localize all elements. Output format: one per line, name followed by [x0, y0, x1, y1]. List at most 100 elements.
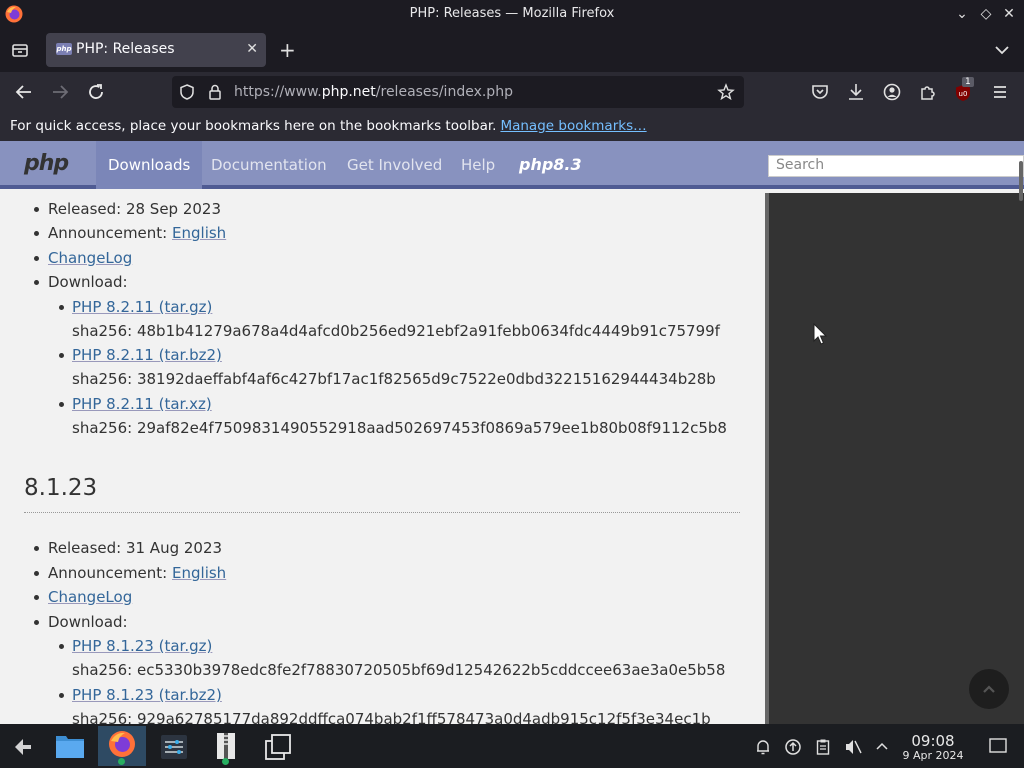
volume-muted-icon[interactable] — [844, 738, 864, 756]
php-favicon-icon: php — [56, 43, 72, 55]
taskbar-overview[interactable] — [254, 726, 302, 766]
running-indicator — [118, 758, 125, 765]
release-heading: 8.1.23 — [24, 475, 98, 501]
pocket-icon[interactable] — [808, 80, 832, 104]
folder-icon — [56, 736, 84, 758]
url-text[interactable]: https://www.php.net/releases/index.php — [234, 84, 513, 100]
download-link[interactable]: PHP 8.2.11 (tar.xz) — [72, 395, 212, 413]
section-divider — [24, 512, 740, 513]
releases-content: Released: 28 Sep 2023 Announcement: Engl… — [0, 193, 765, 724]
firefox-icon — [109, 731, 135, 757]
php-logo[interactable]: php — [24, 151, 69, 176]
mouse-cursor-icon — [813, 323, 828, 345]
back-arrow-icon[interactable] — [12, 80, 36, 104]
new-tab-button[interactable]: + — [279, 38, 296, 62]
forward-arrow-icon[interactable] — [48, 80, 72, 104]
nav-documentation[interactable]: Documentation — [211, 141, 327, 189]
hamburger-menu-icon[interactable] — [988, 80, 1012, 104]
account-icon[interactable] — [880, 80, 904, 104]
nav-help[interactable]: Help — [461, 141, 495, 189]
changelog-link[interactable]: ChangeLog — [48, 588, 132, 606]
taskbar-firefox[interactable] — [98, 726, 146, 766]
tray-expand-chevron-icon[interactable] — [874, 738, 890, 756]
tab-label: PHP: Releases — [76, 41, 175, 57]
bookmarks-toolbar: For quick access, place your bookmarks h… — [0, 112, 1024, 141]
list-item: Announcement: English — [34, 564, 226, 582]
php-version-badge[interactable]: php8.3 — [519, 155, 582, 174]
sidebar-panel — [765, 193, 1024, 724]
download-link[interactable]: PHP 8.2.11 (tar.bz2) — [72, 346, 222, 364]
launcher-icon — [15, 739, 31, 755]
announcement-english-link[interactable]: English — [172, 224, 226, 242]
taskbar-file-manager[interactable] — [46, 726, 94, 766]
download-item: PHP 8.2.11 (tar.bz2) — [59, 346, 222, 364]
lock-icon[interactable] — [206, 83, 224, 101]
clock-date: 9 Apr 2024 — [902, 749, 964, 762]
url-bar[interactable]: https://www.php.net/releases/index.php — [172, 76, 744, 108]
sha256-text: sha256: ec5330b3978edc8fe2f78830720505bf… — [72, 661, 726, 679]
back-to-top-button[interactable] — [969, 669, 1009, 709]
release-date: Released: 31 Aug 2023 — [48, 539, 223, 557]
show-desktop-icon[interactable] — [988, 737, 1008, 755]
sha256-text: sha256: 29af82e4f7509831490552918aad5026… — [72, 419, 727, 437]
svg-text:u0: u0 — [959, 90, 968, 98]
list-item: Download: — [34, 273, 128, 291]
close-tab-icon[interactable]: ✕ — [246, 41, 258, 57]
window-overview-icon — [265, 734, 291, 760]
minimize-button[interactable]: ⌄ — [952, 4, 972, 24]
downloads-icon[interactable] — [844, 80, 868, 104]
list-item: ChangeLog — [34, 588, 132, 606]
extension-badge-count: 1 — [962, 77, 974, 87]
announcement-english-link[interactable]: English — [172, 564, 226, 582]
shield-icon[interactable] — [178, 83, 196, 101]
chevron-up-icon — [983, 685, 995, 693]
firefox-view-icon[interactable] — [10, 40, 30, 60]
taskbar-clock[interactable]: 09:08 9 Apr 2024 — [896, 732, 970, 762]
window-titlebar: PHP: Releases — Mozilla Firefox ⌄ ◇ ✕ — [0, 0, 1024, 28]
archive-icon — [217, 733, 235, 759]
download-item: PHP 8.1.23 (tar.bz2) — [59, 686, 222, 704]
tab-php-releases[interactable]: php PHP: Releases ✕ — [46, 33, 266, 67]
tab-strip: php PHP: Releases ✕ + — [0, 28, 1024, 72]
close-window-button[interactable]: ✕ — [999, 4, 1019, 24]
application-launcher[interactable] — [0, 726, 48, 766]
update-icon[interactable] — [784, 738, 802, 756]
window-title: PHP: Releases — Mozilla Firefox — [409, 6, 615, 21]
system-settings-icon — [161, 735, 187, 759]
download-item: PHP 8.2.11 (tar.gz) — [59, 298, 212, 316]
clipboard-icon[interactable] — [814, 738, 832, 756]
bookmarks-empty-message: For quick access, place your bookmarks h… — [10, 118, 497, 134]
download-label: Download: — [48, 613, 128, 631]
star-bookmark-icon[interactable] — [717, 83, 735, 101]
extensions-puzzle-icon[interactable] — [916, 80, 940, 104]
announcement-label: Announcement: — [48, 224, 168, 242]
download-item: PHP 8.1.23 (tar.gz) — [59, 637, 212, 655]
page-scrollbar[interactable] — [1019, 161, 1023, 201]
nav-get-involved[interactable]: Get Involved — [347, 141, 442, 189]
notifications-bell-icon[interactable] — [754, 738, 772, 756]
reload-icon[interactable] — [84, 80, 108, 104]
manage-bookmarks-link[interactable]: Manage bookmarks… — [500, 118, 646, 134]
maximize-button[interactable]: ◇ — [976, 4, 996, 24]
release-date: Released: 28 Sep 2023 — [48, 200, 222, 218]
running-indicator — [222, 758, 229, 765]
list-item: Released: 31 Aug 2023 — [34, 539, 223, 557]
sha256-text: sha256: 38192daeffabf4af6c427bf17ac1f825… — [72, 370, 716, 388]
sha256-text: sha256: 48b1b41279a678a4d4afcd0b256ed921… — [72, 322, 720, 340]
taskbar-archiver[interactable] — [202, 726, 250, 766]
list-item: ChangeLog — [34, 249, 132, 267]
download-link[interactable]: PHP 8.1.23 (tar.bz2) — [72, 686, 222, 704]
page-viewport[interactable]: php Downloads Documentation Get Involved… — [0, 141, 1024, 724]
download-link[interactable]: PHP 8.1.23 (tar.gz) — [72, 637, 212, 655]
changelog-link[interactable]: ChangeLog — [48, 249, 132, 267]
navigation-toolbar: https://www.php.net/releases/index.php u… — [0, 72, 1024, 112]
taskbar-settings[interactable] — [150, 726, 198, 766]
download-link[interactable]: PHP 8.2.11 (tar.gz) — [72, 298, 212, 316]
ublock-extension-button[interactable]: u0 1 — [952, 77, 976, 104]
search-input[interactable]: Search — [768, 155, 1024, 177]
list-all-tabs-icon[interactable] — [992, 40, 1012, 60]
download-label: Download: — [48, 273, 128, 291]
announcement-label: Announcement: — [48, 564, 168, 582]
nav-downloads[interactable]: Downloads — [96, 141, 203, 189]
list-item: Announcement: English — [34, 224, 226, 242]
